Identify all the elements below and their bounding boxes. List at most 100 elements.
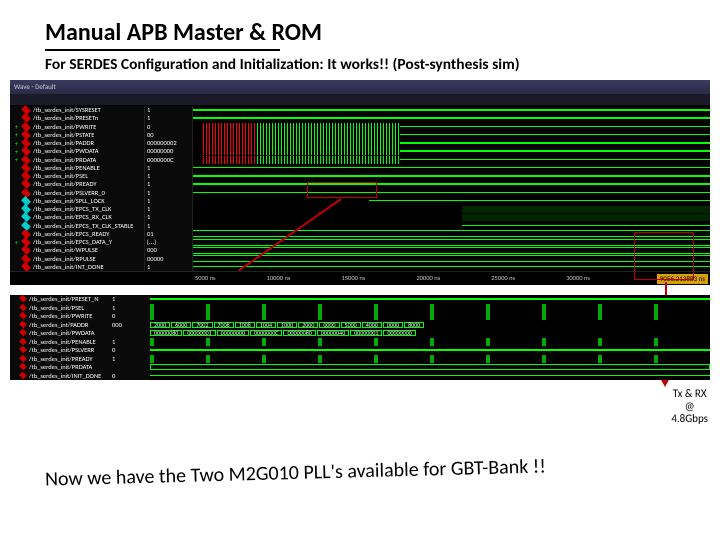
expand-icon[interactable] <box>12 197 21 204</box>
ruler-tick: 20000 ns <box>416 274 440 282</box>
signal-row[interactable]: /tb_serdes_init/PSEL <box>10 172 144 180</box>
slide-title: Manual APB Master & ROM <box>0 0 720 49</box>
signal-row[interactable]: /tb_serdes_init/PREADY <box>10 180 144 188</box>
signal-name: /tb_serdes_init/PWRITE <box>33 123 96 131</box>
signal-value: 1 <box>145 205 192 213</box>
signal-row[interactable]: + /tb_serdes_init/PRDATA <box>10 156 144 164</box>
zoom-wave-trace <box>150 372 710 381</box>
wave-trace <box>193 147 710 155</box>
signal-row[interactable]: /tb_serdes_init/PENABLE <box>10 164 144 172</box>
signal-name-column[interactable]: /tb_serdes_init/SYSRESET/tb_serdes_init/… <box>10 106 145 271</box>
zoom-signal-name[interactable]: /tb_serdes_init/PWDATA <box>10 329 110 338</box>
signal-name: /tb_serdes_init/PRESETn <box>33 114 98 122</box>
signal-value: 1 <box>145 172 192 180</box>
zoom-signal-name[interactable]: /tb_serdes_init/PSEL <box>10 304 110 313</box>
signal-value: 1 <box>145 263 192 271</box>
wave-trace <box>193 131 710 139</box>
expand-icon[interactable] <box>12 164 21 171</box>
zoom-signal-name[interactable]: /tb_serdes_init/PRESET_N <box>10 295 110 304</box>
expand-icon[interactable] <box>12 206 21 213</box>
zoom-signal-name[interactable]: /tb_serdes_init/INIT_DONE <box>10 372 110 381</box>
waveform-viewer-zoom: /tb_serdes_init/PRESET_N/tb_serdes_init/… <box>10 295 710 380</box>
signal-value: 1 <box>145 164 192 172</box>
zoom-wave-trace <box>150 295 710 304</box>
signal-value: 000000002 <box>145 139 192 147</box>
zoom-signal-value: 1 <box>110 304 150 313</box>
expand-icon[interactable]: + <box>12 140 21 147</box>
wave-trace <box>193 205 710 213</box>
signal-row[interactable]: /tb_serdes_init/INT_DONE <box>10 263 144 271</box>
expand-icon[interactable] <box>12 214 21 221</box>
signal-value: 00000 <box>145 255 192 263</box>
zoom-signal-name[interactable]: /tb_serdes_init/PRDATA <box>10 363 110 372</box>
signal-row[interactable]: /tb_serdes_init/PSLVERR_0 <box>10 189 144 197</box>
expand-icon[interactable] <box>12 222 21 229</box>
zoom-signal-column[interactable]: /tb_serdes_init/PRESET_N/tb_serdes_init/… <box>10 295 110 380</box>
signal-value: 1 <box>145 189 192 197</box>
signal-row[interactable]: /tb_serdes_init/WPULSE <box>10 246 144 254</box>
signal-row[interactable]: +/tb_serdes_init/PSTATE <box>10 131 144 139</box>
signal-name: /tb_serdes_init/EPCS_TX_CLK <box>33 205 111 213</box>
signal-row[interactable]: /tb_serdes_init/EPCS_TX_CLK <box>10 205 144 213</box>
wave-titlebar[interactable]: Wave - Default <box>10 80 710 94</box>
expand-icon[interactable] <box>12 173 21 180</box>
signal-row[interactable]: + /tb_serdes_init/EPCS_DATA_Y <box>10 238 144 246</box>
zoom-signal-value: 0 <box>110 312 150 321</box>
signal-value-column: 11000000000002000000000000000C1111111101… <box>145 106 193 271</box>
zoom-signal-value: 1 <box>110 355 150 364</box>
signal-row[interactable]: /tb_serdes_init/RPULSE <box>10 255 144 263</box>
expand-icon[interactable]: + <box>12 239 21 246</box>
annotation-txrx: Tx & RX @ 4.8Gbps <box>671 388 708 426</box>
expand-icon[interactable]: + <box>12 156 21 163</box>
wave-trace <box>193 172 710 180</box>
signal-name: /tb_serdes_init/INT_DONE <box>33 263 104 271</box>
signal-row[interactable]: + /tb_serdes_init/PWRITE <box>10 123 144 131</box>
bottom-caption: Now we have the Two M2G010 PLL's availab… <box>45 454 546 491</box>
zoom-signal-name[interactable]: /tb_serdes_init/PREADY <box>10 355 110 364</box>
zoom-signal-name[interactable]: /tb_serdes_init/PENABLE <box>10 338 110 347</box>
signal-row[interactable]: +/tb_serdes_init/PWDATA <box>10 147 144 155</box>
signal-row[interactable]: +/tb_serdes_init/PADDR <box>10 139 144 147</box>
signal-row[interactable]: /tb_serdes_init/SPLL_LOCK <box>10 197 144 205</box>
expand-icon[interactable] <box>12 230 21 237</box>
expand-icon[interactable]: + <box>12 148 21 155</box>
signal-row[interactable]: /tb_serdes_init/EPCS_READY <box>10 230 144 238</box>
expand-icon[interactable] <box>12 181 21 188</box>
signal-value: 00000000 <box>145 147 192 155</box>
signal-name: /tb_serdes_init/WPULSE <box>33 246 98 254</box>
signal-value: 01 <box>145 230 192 238</box>
zoom-signal-name[interactable]: /tb_serdes_int/PADDR <box>10 321 110 330</box>
zoom-wave-trace <box>150 338 710 347</box>
zoom-signal-name[interactable]: /tb_serdes_init/PSLVERR <box>10 346 110 355</box>
signal-row[interactable]: /tb_serdes_init/PRESETn <box>10 114 144 122</box>
signal-name: /tb_serdes_init/PREADY <box>33 180 97 188</box>
expand-icon[interactable] <box>12 189 21 196</box>
expand-icon[interactable] <box>12 255 21 262</box>
signal-name: /tb_serdes_init/EPCS_RX_CLK <box>33 213 112 221</box>
zoom-wave-trace <box>150 355 710 364</box>
expand-icon[interactable] <box>12 263 21 270</box>
zoom-signal-name[interactable]: /tb_serdes_init/PWRITE <box>10 312 110 321</box>
signal-row[interactable]: /tb_serdes_init/EPCS_TX_CLK_STABLE <box>10 222 144 230</box>
expand-icon[interactable]: + <box>12 123 21 130</box>
expand-icon[interactable] <box>12 247 21 254</box>
zoom-wave-area[interactable]: 2000600070027008100810041000200000005000… <box>150 295 710 380</box>
zoom-wave-trace <box>150 363 710 372</box>
signal-value: 1 <box>145 222 192 230</box>
signal-row[interactable]: /tb_serdes_init/SYSRESET <box>10 106 144 114</box>
wave-trace <box>193 164 710 172</box>
wave-toolbar[interactable] <box>10 94 710 106</box>
expand-icon[interactable] <box>12 107 21 114</box>
wave-trace <box>193 106 710 114</box>
signal-row[interactable]: /tb_serdes_init/EPCS_RX_CLK <box>10 213 144 221</box>
signal-name: /tb_serdes_init/EPCS_DATA_Y <box>33 238 112 246</box>
expand-icon[interactable] <box>12 115 21 122</box>
ruler-tick: 25000 ns <box>491 274 515 282</box>
signal-value: {...} <box>145 238 192 246</box>
wave-trace <box>193 263 710 271</box>
expand-icon[interactable]: + <box>12 131 21 138</box>
signal-value: 0 <box>145 123 192 131</box>
signal-value: 000 <box>145 246 192 254</box>
time-ruler[interactable]: 5000 ns10000 ns15000 ns20000 ns25000 ns3… <box>10 271 710 283</box>
signal-name: /tb_serdes_init/PRDATA <box>33 156 96 164</box>
